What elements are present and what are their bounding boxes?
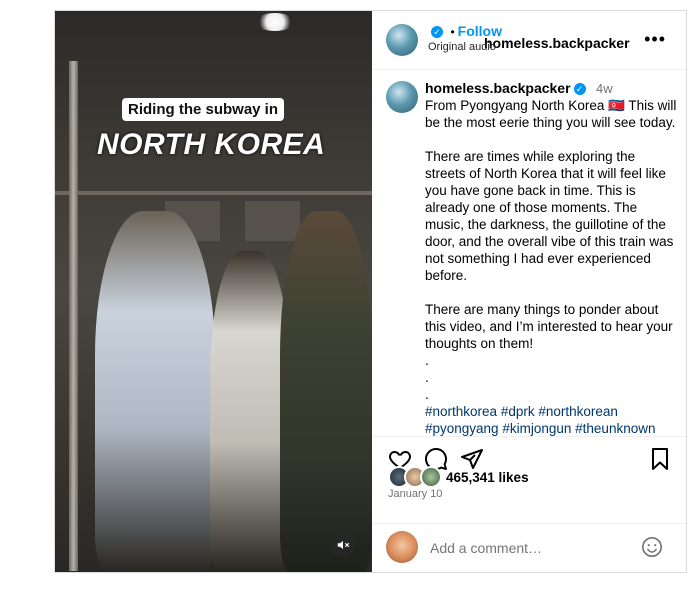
likes-count[interactable]: 465,341 likes [446,470,529,485]
hashtag-link[interactable]: #northkorean [538,404,618,419]
hashtag-link[interactable]: #kimjongun [502,421,571,436]
passenger-figure [95,211,215,571]
comment-input[interactable] [428,537,642,559]
hashtag-link[interactable]: #theunknown [575,421,655,436]
train-window [245,201,300,241]
caption-paragraph: From Pyongyang North Korea 🇰🇵 This will … [425,98,677,130]
caption-paragraph: There are times while exploring the stre… [425,149,674,283]
verified-badge-icon: ✓ [431,25,443,38]
train-rail [55,191,372,195]
passenger-figure [280,211,372,572]
save-bookmark-icon[interactable] [648,447,672,471]
video-caption-top: Riding the subway in [122,98,285,121]
muted-speaker-icon [337,540,350,550]
caption-section: homeless.backpacker ✓ 4w From Pyongyang N… [372,69,686,436]
hashtag-link[interactable]: #dprk [501,404,535,419]
post-header: homeless.backpacker ✓ • Follow Original au… [372,11,686,70]
post-details: homeless.backpacker ✓ • Follow Original au… [372,11,686,572]
caption-author-username[interactable]: homeless.backpacker [425,80,571,96]
emoji-icon[interactable] [641,536,663,558]
mute-button[interactable] [331,533,355,557]
author-username[interactable]: homeless.backpacker [484,35,630,51]
caption-paragraph: There are many things to ponder about th… [425,302,673,351]
current-user-avatar [386,531,418,563]
author-avatar[interactable] [386,24,418,56]
likes-summary[interactable]: 465,341 likes [388,466,529,488]
video-caption-title: NORTH KOREA [97,128,326,161]
handrail-pole [69,61,78,571]
ceiling-light [255,13,295,31]
more-options-icon[interactable]: ••• [644,29,666,50]
comment-bar [372,523,686,573]
separator-dot: • [450,25,455,39]
audio-label[interactable]: Original audio [428,41,496,53]
post-date[interactable]: January 10 [388,488,442,500]
hashtag-link[interactable]: #northkorea [425,404,497,419]
post-card: Riding the subway in NORTH KOREA homeles… [54,10,687,573]
caption-text: From Pyongyang North Korea 🇰🇵 This will … [425,97,677,436]
hashtag-link[interactable]: #pyongyang [425,421,499,436]
caption-dot: . [425,353,429,368]
caption-dot: . [425,370,429,385]
passenger-figure [210,251,290,571]
video-player[interactable]: Riding the subway in NORTH KOREA [55,11,372,572]
caption-author-avatar[interactable] [386,81,418,113]
caption-dot: . [425,387,429,402]
post-time[interactable]: 4w [596,81,613,96]
verified-badge-icon: ✓ [573,82,586,95]
liker-avatar [420,466,442,488]
